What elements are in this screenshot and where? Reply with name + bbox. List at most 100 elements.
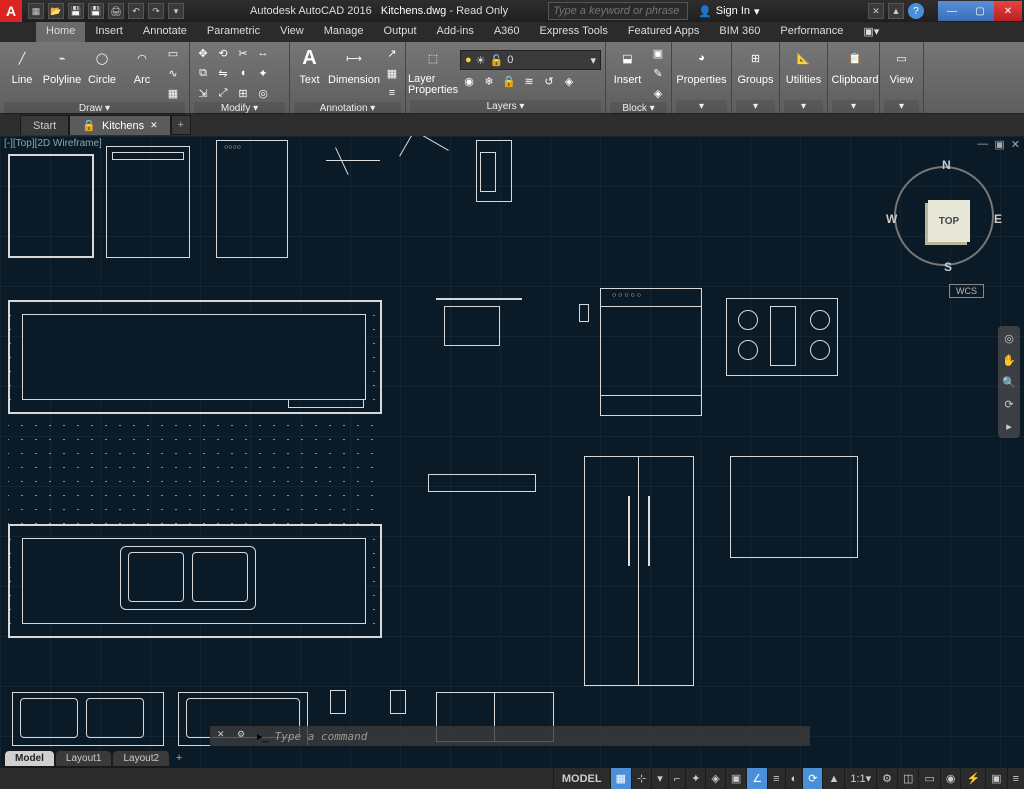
status-hwaccel-icon[interactable]: ⚡	[960, 768, 985, 789]
circle-button[interactable]: ◯Circle	[84, 44, 120, 86]
tab-a360[interactable]: A360	[484, 22, 530, 42]
status-model[interactable]: MODEL	[553, 768, 610, 789]
array-icon[interactable]: ⊞	[234, 84, 252, 102]
viewcube-east[interactable]: E	[994, 212, 1002, 226]
panel-draw-title[interactable]: Draw ▾	[4, 102, 185, 115]
nav-pan-icon[interactable]: ✋	[1001, 352, 1017, 368]
tab-bim360[interactable]: BIM 360	[709, 22, 770, 42]
offset-icon[interactable]: ◎	[254, 84, 272, 102]
file-tab-start[interactable]: Start	[20, 115, 69, 135]
layout-tab-model[interactable]: Model	[4, 750, 55, 767]
leader-icon[interactable]: ↗	[383, 44, 401, 62]
layer-isolate-icon[interactable]: ◈	[560, 72, 578, 90]
layer-match-icon[interactable]: ≋	[520, 72, 538, 90]
layer-lock-icon[interactable]: 🔒	[500, 72, 518, 90]
tab-featured[interactable]: Featured Apps	[618, 22, 710, 42]
groups-button[interactable]: ⊞Groups	[736, 44, 775, 86]
utilities-button[interactable]: 📐Utilities	[784, 44, 823, 86]
command-line[interactable]: ✕ ⚙ ▸_ Type a command	[210, 726, 810, 746]
status-isolate-icon[interactable]: ◉	[940, 768, 961, 789]
tab-output[interactable]: Output	[374, 22, 427, 42]
tab-express[interactable]: Express Tools	[530, 22, 618, 42]
panel-utilities-title[interactable]: ▾	[784, 100, 823, 113]
layout-tab-2[interactable]: Layout2	[112, 750, 170, 767]
tab-parametric[interactable]: Parametric	[197, 22, 270, 42]
layer-freeze-icon[interactable]: ❄	[480, 72, 498, 90]
panel-view-title[interactable]: ▾	[884, 100, 919, 113]
layout-tab-1[interactable]: Layout1	[55, 750, 113, 767]
cmdline-close-icon[interactable]: ✕	[217, 729, 231, 743]
status-clean-icon[interactable]: ▣	[985, 768, 1006, 789]
nav-zoom-icon[interactable]: 🔍	[1001, 374, 1017, 390]
wcs-badge[interactable]: WCS	[949, 284, 984, 298]
minimize-button[interactable]: —	[938, 1, 966, 21]
properties-button[interactable]: ◕Properties	[676, 44, 727, 86]
layer-off-icon[interactable]: ◉	[460, 72, 478, 90]
status-annoscale-icon[interactable]: ▲	[822, 768, 844, 789]
drawing-area[interactable]: [-][Top][2D Wireframe] — ▣ ✕ ○○○○ ○ ○ ○ …	[0, 136, 1024, 768]
status-cycling-icon[interactable]: ⟳	[802, 768, 822, 789]
status-customize-icon[interactable]: ≡	[1007, 768, 1024, 789]
trim-icon[interactable]: ✂	[234, 44, 252, 62]
panel-layers-title[interactable]: Layers ▾	[410, 100, 601, 113]
close-tab-icon[interactable]: ✕	[150, 120, 158, 131]
spline-icon[interactable]: ∿	[164, 64, 182, 82]
tab-annotate[interactable]: Annotate	[133, 22, 197, 42]
clipboard-button[interactable]: 📋Clipboard	[832, 44, 878, 86]
help-search-input[interactable]	[548, 2, 688, 20]
autocad-logo[interactable]: A	[0, 0, 22, 22]
viewcube-south[interactable]: S	[944, 260, 952, 274]
redo-icon[interactable]: ↷	[148, 3, 164, 19]
nav-showmotion-icon[interactable]: ▸	[1001, 418, 1017, 434]
dimension-button[interactable]: ⟼Dimension	[329, 44, 379, 86]
status-lwt-icon[interactable]: ≡	[767, 768, 784, 789]
arc-button[interactable]: ◠Arc	[124, 44, 160, 86]
polyline-button[interactable]: ⌁Polyline	[44, 44, 80, 86]
qat-dropdown-icon[interactable]: ▾	[168, 3, 184, 19]
fillet-icon[interactable]: ◖	[234, 64, 252, 82]
tab-extra-icon[interactable]: ▣▾	[853, 22, 889, 42]
status-otrack-icon[interactable]: ∠	[746, 768, 767, 789]
viewcube-west[interactable]: W	[886, 212, 897, 226]
status-ortho-icon[interactable]: ⌐	[668, 768, 685, 789]
mtext-icon[interactable]: ≡	[383, 84, 401, 102]
table-icon[interactable]: ▦	[383, 64, 401, 82]
nav-wheel-icon[interactable]: ◎	[1001, 330, 1017, 346]
layer-properties-button[interactable]: ⬚Layer Properties	[410, 44, 456, 96]
maximize-button[interactable]: ▢	[966, 1, 994, 21]
save-icon[interactable]: 💾	[68, 3, 84, 19]
explode-icon[interactable]: ✦	[254, 64, 272, 82]
tab-performance[interactable]: Performance	[770, 22, 853, 42]
rectangle-icon[interactable]: ▭	[164, 44, 182, 62]
panel-groups-title[interactable]: ▾	[736, 100, 775, 113]
create-block-icon[interactable]: ▣	[649, 44, 667, 62]
panel-properties-title[interactable]: ▾	[676, 100, 727, 113]
rotate-icon[interactable]: ⟲	[214, 44, 232, 62]
nav-orbit-icon[interactable]: ⟳	[1001, 396, 1017, 412]
layer-dropdown[interactable]: ● ☀ 🔓 0 ▾	[460, 50, 601, 70]
scale-icon[interactable]: ⤢	[214, 84, 232, 102]
close-button[interactable]: ✕	[994, 1, 1022, 21]
undo-icon[interactable]: ↶	[128, 3, 144, 19]
plot-icon[interactable]: 🖨	[108, 3, 124, 19]
new-icon[interactable]: ▦	[28, 3, 44, 19]
status-grid-icon[interactable]: ▦	[610, 768, 631, 789]
view-button[interactable]: ▭View	[884, 44, 919, 86]
copy-icon[interactable]: ⧉	[194, 64, 212, 82]
tab-addins[interactable]: Add-ins	[427, 22, 484, 42]
layer-previous-icon[interactable]: ↺	[540, 72, 558, 90]
status-ws-icon[interactable]: ◫	[897, 768, 918, 789]
status-transparency-icon[interactable]: ◐	[785, 768, 803, 789]
tab-home[interactable]: Home	[36, 22, 85, 42]
extend-icon[interactable]: ↔	[254, 44, 272, 62]
edit-block-icon[interactable]: ✎	[649, 64, 667, 82]
status-isodraft-icon[interactable]: ◈	[705, 768, 724, 789]
insert-button[interactable]: ⬓Insert	[610, 44, 645, 86]
signin-button[interactable]: 👤 Sign In ▾	[698, 5, 759, 18]
mirror-icon[interactable]: ⇋	[214, 64, 232, 82]
viewcube-face[interactable]: TOP	[928, 200, 970, 242]
status-scale[interactable]: 1:1▾	[844, 768, 876, 789]
status-infer-icon[interactable]: ▾	[651, 768, 668, 789]
exchange-icon[interactable]: ✕	[868, 3, 884, 19]
status-polar-icon[interactable]: ✦	[685, 768, 705, 789]
